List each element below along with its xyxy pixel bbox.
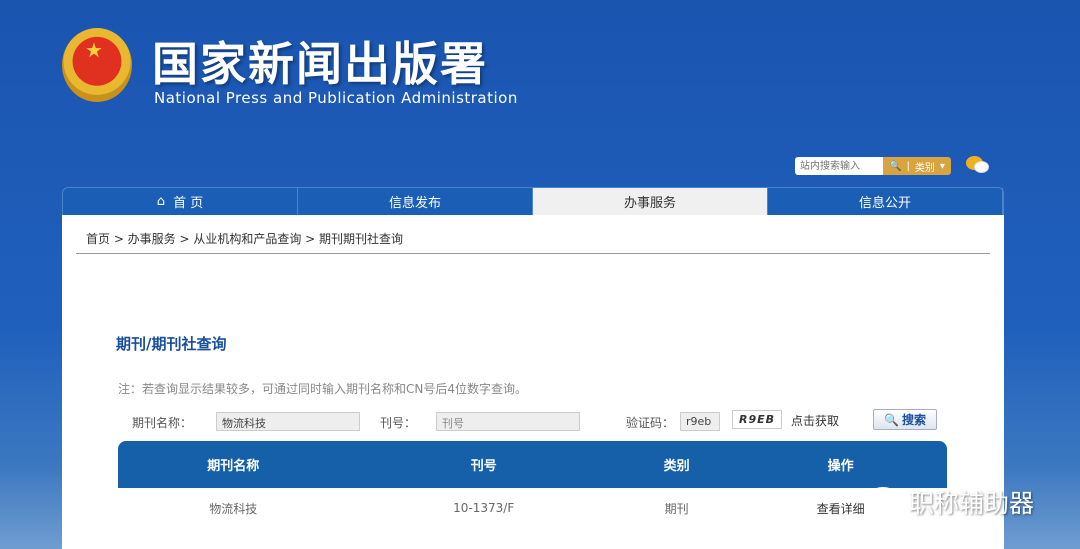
issn-label: 刊号： <box>380 416 417 430</box>
nav-services[interactable]: 办事服务 <box>533 188 768 215</box>
nav-home[interactable]: ⌂ 首 页 <box>63 188 298 215</box>
site-title: 国家新闻出版署 <box>152 37 488 91</box>
wechat-icon[interactable] <box>966 156 990 174</box>
nav-info-release[interactable]: 信息发布 <box>298 188 533 215</box>
col-header: 类别 <box>619 441 735 488</box>
search-category-button[interactable]: 🔍 | 类别 ▾ <box>883 157 951 175</box>
cell-name: 物流科技 <box>209 501 258 516</box>
divider <box>76 253 990 254</box>
captcha-label: 验证码： <box>626 416 675 430</box>
col-header: 期刊名称 <box>118 441 349 488</box>
col-header: 刊号 <box>348 441 620 488</box>
breadcrumb[interactable]: 首页 > 办事服务 > 从业机构和产品查询 > 期刊期刊社查询 <box>86 230 403 247</box>
nav-info-public[interactable]: 信息公开 <box>768 188 1003 215</box>
site-subtitle: National Press and Publication Administr… <box>154 89 518 107</box>
cell-type: 期刊 <box>664 501 689 516</box>
captcha-input[interactable]: r9eb <box>680 412 720 431</box>
query-note: 注：若查询显示结果较多，可通过同时输入期刊名称和CN号后4位数字查询。 <box>118 382 527 396</box>
watermark: 职称辅助器 <box>865 484 1034 520</box>
journal-name-input[interactable]: 物流科技 <box>216 412 360 431</box>
main-nav: ⌂ 首 页 信息发布 办事服务 信息公开 <box>62 187 1004 215</box>
table-row: 物流科技 10-1373/F 期刊 查看详细 <box>118 488 947 528</box>
issn-input[interactable]: 刊号 <box>436 412 580 431</box>
national-emblem: ★ <box>62 28 132 102</box>
search-icon[interactable]: 🔍 <box>889 161 901 172</box>
search-input[interactable] <box>795 157 883 175</box>
site-search: 🔍|类别▾ <box>795 157 951 175</box>
results-table: 期刊名称 刊号 类别 操作 物流科技 10-1373/F 期刊 查看详细 <box>118 441 947 528</box>
page-title: 期刊/期刊社查询 <box>116 335 227 353</box>
col-header: 操作 <box>734 441 947 488</box>
refresh-captcha-link[interactable]: 点击获取 <box>791 412 839 429</box>
search-button[interactable]: 🔍 搜索 <box>873 409 937 430</box>
captcha-image[interactable]: R9EB <box>732 410 782 429</box>
search-icon: 🔍 <box>884 412 899 427</box>
chevron-down-icon: ▾ <box>939 160 945 172</box>
wechat-watermark-icon <box>865 487 901 517</box>
cell-issn: 10-1373/F <box>453 501 515 515</box>
content-panel: 首页 > 办事服务 > 从业机构和产品查询 > 期刊期刊社查询 期刊/期刊社查询… <box>62 215 1004 549</box>
journal-name-label: 期刊名称： <box>132 416 193 430</box>
home-icon: ⌂ <box>156 194 166 209</box>
